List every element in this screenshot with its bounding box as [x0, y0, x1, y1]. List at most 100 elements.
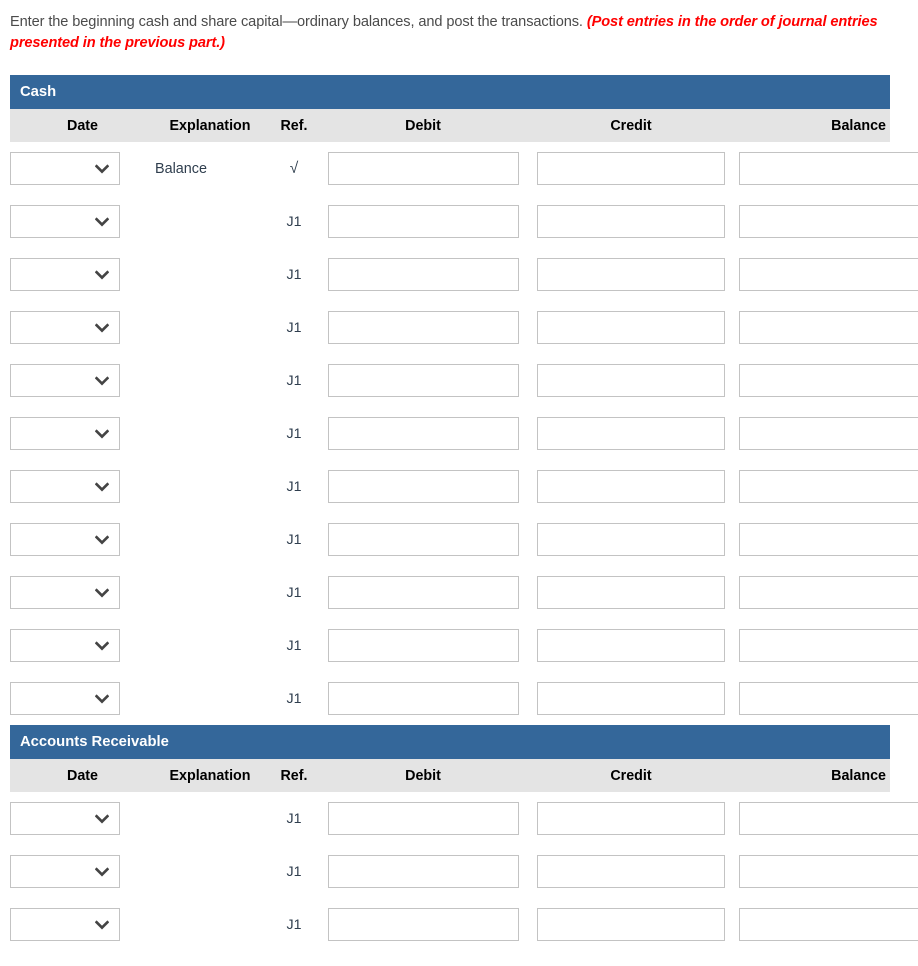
balance-input[interactable]	[739, 417, 918, 450]
balance-input[interactable]	[739, 470, 918, 503]
balance-input[interactable]	[739, 364, 918, 397]
date-select[interactable]	[10, 258, 120, 291]
debit-input[interactable]	[327, 682, 519, 715]
balance-input[interactable]	[739, 682, 918, 715]
credit-input[interactable]	[537, 576, 725, 609]
credit-input[interactable]	[537, 417, 725, 450]
table-row: J1	[10, 672, 918, 725]
ledger-section: Accounts Receivable Date Explanation Ref. De…	[10, 725, 918, 951]
date-select[interactable]	[10, 855, 120, 888]
balance-cell	[739, 195, 918, 248]
explanation-cell	[155, 301, 265, 354]
debit-cell	[323, 195, 523, 248]
date-select[interactable]	[10, 364, 120, 397]
date-select[interactable]	[10, 523, 120, 556]
credit-input[interactable]	[537, 470, 725, 503]
chevron-down-icon	[95, 162, 109, 176]
date-select[interactable]	[10, 311, 120, 344]
debit-input[interactable]	[327, 576, 519, 609]
ref-cell: J1	[265, 619, 323, 672]
debit-cell	[323, 672, 523, 725]
date-cell	[10, 354, 155, 407]
credit-input[interactable]	[537, 802, 725, 835]
date-select[interactable]	[10, 205, 120, 238]
ledger-posting-page: Enter the beginning cash and share capit…	[0, 0, 918, 966]
table-row: J1	[10, 513, 918, 566]
date-select[interactable]	[10, 629, 120, 662]
date-select[interactable]	[10, 152, 120, 185]
instructions-main: Enter the beginning cash and share capit…	[10, 14, 587, 30]
balance-input[interactable]	[739, 258, 918, 291]
chevron-down-icon	[95, 480, 109, 494]
credit-cell	[523, 301, 739, 354]
credit-input[interactable]	[537, 523, 725, 556]
date-cell	[10, 845, 155, 898]
date-select[interactable]	[10, 470, 120, 503]
balance-input[interactable]	[739, 523, 918, 556]
balance-cell	[739, 845, 918, 898]
debit-input[interactable]	[327, 364, 519, 397]
credit-cell	[523, 672, 739, 725]
ref-text: J1	[286, 266, 302, 283]
balance-cell	[739, 301, 918, 354]
credit-input[interactable]	[537, 855, 725, 888]
ref-cell: J1	[265, 460, 323, 513]
date-select[interactable]	[10, 802, 120, 835]
credit-input[interactable]	[537, 152, 725, 185]
table-row: J1	[10, 845, 918, 898]
ref-text: J1	[286, 863, 302, 880]
balance-cell	[739, 142, 918, 195]
debit-input[interactable]	[327, 629, 519, 662]
chevron-down-icon	[95, 533, 109, 547]
balance-input[interactable]	[739, 855, 918, 888]
credit-input[interactable]	[537, 205, 725, 238]
ref-cell: J1	[265, 248, 323, 301]
balance-input[interactable]	[739, 311, 918, 344]
balance-cell	[739, 460, 918, 513]
balance-input[interactable]	[739, 205, 918, 238]
debit-cell	[323, 898, 523, 951]
credit-input[interactable]	[537, 908, 725, 941]
credit-input[interactable]	[537, 311, 725, 344]
date-cell	[10, 195, 155, 248]
date-cell	[10, 301, 155, 354]
chevron-down-icon	[95, 427, 109, 441]
debit-input[interactable]	[327, 311, 519, 344]
explanation-cell	[155, 672, 265, 725]
debit-input[interactable]	[327, 855, 519, 888]
balance-input[interactable]	[739, 152, 918, 185]
credit-input[interactable]	[537, 682, 725, 715]
balance-input[interactable]	[739, 576, 918, 609]
date-select[interactable]	[10, 682, 120, 715]
table-row: J1	[10, 792, 918, 845]
debit-input[interactable]	[327, 205, 519, 238]
credit-input[interactable]	[537, 258, 725, 291]
date-select[interactable]	[10, 417, 120, 450]
balance-input[interactable]	[739, 908, 918, 941]
debit-input[interactable]	[327, 802, 519, 835]
balance-input[interactable]	[739, 802, 918, 835]
chevron-down-icon	[95, 918, 109, 932]
table-row: J1	[10, 354, 918, 407]
balance-input[interactable]	[739, 629, 918, 662]
debit-input[interactable]	[327, 908, 519, 941]
date-select[interactable]	[10, 576, 120, 609]
debit-input[interactable]	[327, 417, 519, 450]
credit-input[interactable]	[537, 629, 725, 662]
credit-input[interactable]	[537, 364, 725, 397]
balance-cell	[739, 619, 918, 672]
column-header-debit: Debit	[323, 109, 523, 142]
debit-input[interactable]	[327, 523, 519, 556]
column-header-debit: Debit	[323, 759, 523, 792]
debit-input[interactable]	[327, 258, 519, 291]
date-select[interactable]	[10, 908, 120, 941]
debit-input[interactable]	[327, 470, 519, 503]
date-cell	[10, 898, 155, 951]
explanation-cell	[155, 248, 265, 301]
ledgers-container: Cash Date Explanation Ref. Debit Credit Balanc…	[0, 75, 918, 951]
debit-input[interactable]	[327, 152, 519, 185]
table-row: J1	[10, 301, 918, 354]
chevron-down-icon	[95, 321, 109, 335]
debit-cell	[323, 513, 523, 566]
ref-text: J1	[286, 372, 302, 389]
